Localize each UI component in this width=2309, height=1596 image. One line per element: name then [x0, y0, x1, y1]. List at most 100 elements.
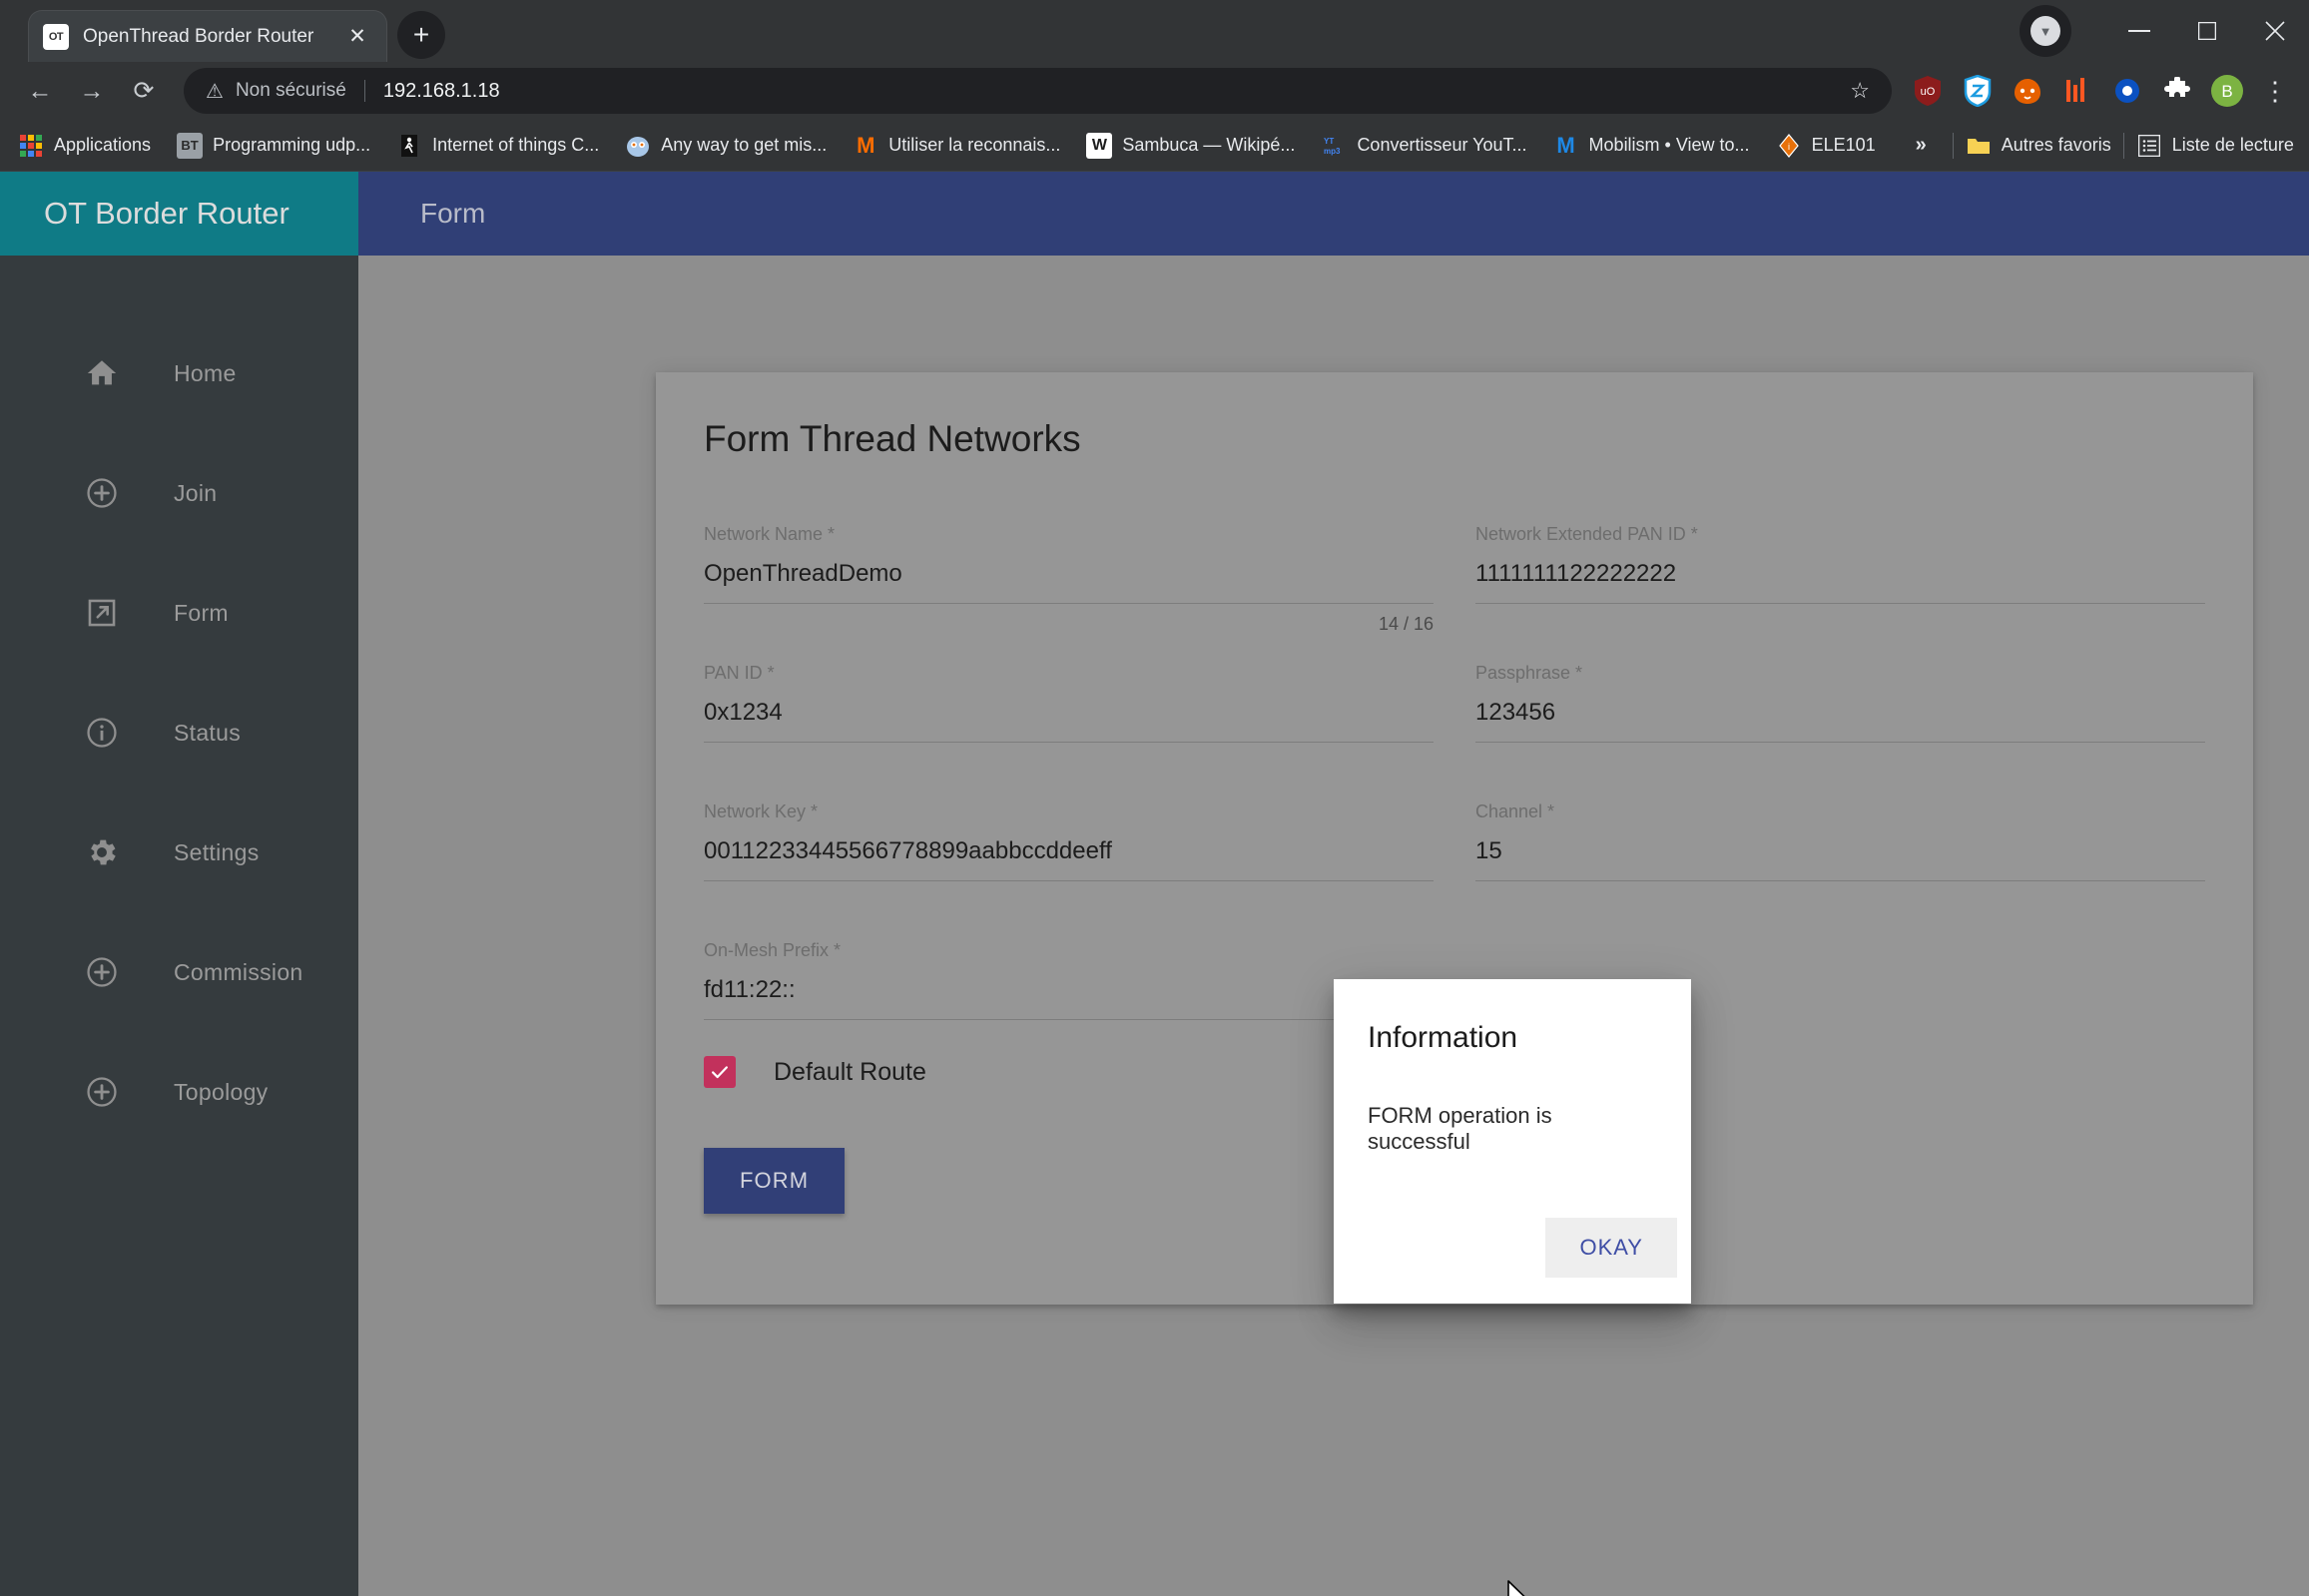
- puzzle-extensions-icon[interactable]: [2155, 69, 2199, 113]
- network-key-input[interactable]: 00112233445566778899aabbccddeeff: [704, 837, 1434, 881]
- plus-icon[interactable]: +: [397, 11, 445, 59]
- star-icon[interactable]: ☆: [1850, 78, 1870, 104]
- circle-ring-icon[interactable]: [2105, 69, 2149, 113]
- bookmarks-overflow-icon[interactable]: »: [1916, 134, 1927, 157]
- network-extended-pan-id-input[interactable]: 1111111122222222: [1475, 560, 2205, 604]
- card-title: Form Thread Networks: [704, 418, 1081, 459]
- profile-badge-icon[interactable]: B: [2205, 69, 2249, 113]
- divider: [363, 80, 365, 102]
- browser-toolbar: ← → ⟳ ⚠ Non sécurisé 192.168.1.18 ☆ uO B…: [0, 62, 2309, 120]
- back-arrow-icon[interactable]: ←: [14, 65, 66, 117]
- svg-text:YT: YT: [1324, 137, 1334, 146]
- sidebar-item-label: Form: [174, 599, 229, 626]
- sidebar-item-home[interactable]: Home: [0, 313, 358, 433]
- honey-bars-icon[interactable]: [2055, 69, 2099, 113]
- bookmark-any-way-to-get[interactable]: Any way to get mis...: [625, 133, 827, 159]
- reload-icon[interactable]: ⟳: [118, 65, 170, 117]
- address-bar[interactable]: ⚠ Non sécurisé 192.168.1.18 ☆: [184, 68, 1892, 114]
- minimize-icon[interactable]: [2105, 0, 2173, 62]
- plus-circle-icon: [82, 473, 122, 513]
- apps-grid-icon: [18, 133, 44, 159]
- channel-input[interactable]: 15: [1475, 837, 2205, 881]
- bookmark-label: Internet of things C...: [432, 135, 600, 155]
- extension-icons: uO B ⋮: [1906, 69, 2295, 113]
- bookmark-sambuca-wikipedia[interactable]: W Sambuca — Wikipé...: [1086, 132, 1296, 159]
- app-toolbar: Form: [358, 172, 2309, 256]
- pan-id-input[interactable]: 0x1234: [704, 699, 1434, 743]
- sidebar-nav: Home Join Form Status Settings Commissio…: [0, 256, 358, 1596]
- folder-icon: [1966, 133, 1992, 159]
- sidebar-item-join[interactable]: Join: [0, 433, 358, 553]
- reading-list-icon: [2136, 133, 2162, 159]
- sidebar-item-topology[interactable]: Topology: [0, 1032, 358, 1152]
- page-title: Form: [420, 198, 486, 229]
- other-bookmarks-folder[interactable]: Autres favoris: [1966, 133, 2111, 159]
- field-label: Network Name *: [704, 524, 836, 544]
- default-route-checkbox[interactable]: [704, 1056, 736, 1088]
- profile-avatar-icon[interactable]: ▼: [2020, 5, 2071, 57]
- maximize-icon[interactable]: [2173, 0, 2241, 62]
- tab-strip: OT OpenThread Border Router ✕ + ▼: [0, 0, 2309, 62]
- forward-arrow-icon[interactable]: →: [66, 65, 118, 117]
- owl-site-icon: [625, 133, 651, 159]
- okay-button[interactable]: OKAY: [1545, 1218, 1677, 1278]
- network-name-input[interactable]: OpenThreadDemo: [704, 560, 1434, 604]
- firefox-fox-icon[interactable]: [2006, 69, 2049, 113]
- bookmark-applications[interactable]: Applications: [18, 133, 151, 159]
- bookmark-mobilism[interactable]: M Mobilism • View to...: [1553, 132, 1749, 159]
- sidebar-item-form[interactable]: Form: [0, 553, 358, 673]
- default-route-label: Default Route: [774, 1057, 926, 1086]
- close-icon[interactable]: ✕: [342, 22, 372, 52]
- close-icon[interactable]: [2241, 0, 2309, 62]
- svg-text:mp3: mp3: [1324, 147, 1341, 156]
- sidebar-item-status[interactable]: Status: [0, 673, 358, 793]
- reading-list[interactable]: Liste de lecture: [2136, 133, 2294, 159]
- medium-m-icon: M: [857, 132, 875, 158]
- browser-tab[interactable]: OT OpenThread Border Router ✕: [28, 10, 387, 62]
- iot-site-icon: [396, 133, 422, 159]
- bookmark-utiliser-la-reconnaissance[interactable]: M Utiliser la reconnais...: [853, 133, 1060, 159]
- browser-window: OT OpenThread Border Router ✕ + ▼ ← → ⟳ …: [0, 0, 2309, 1596]
- bookmark-label: Programming udp...: [213, 135, 371, 155]
- bookmark-convertisseur-youtube[interactable]: YT mp3 Convertisseur YouT...: [1321, 133, 1526, 159]
- bookmark-label: Any way to get mis...: [661, 135, 828, 155]
- sidebar-item-label: Settings: [174, 838, 260, 865]
- plus-circle-icon: [82, 952, 122, 992]
- dialog-actions: OKAY: [1334, 1218, 1691, 1304]
- bookmarks-bar-right: » Autres favoris Liste de lecture: [1902, 132, 2294, 159]
- bookmark-label: Utiliser la reconnais...: [888, 135, 1061, 155]
- field-label: On-Mesh Prefix *: [704, 940, 842, 960]
- chrome-menu-icon[interactable]: ⋮: [2255, 76, 2295, 107]
- info-circle-icon: [82, 713, 122, 753]
- sidebar-item-commission[interactable]: Commission: [0, 912, 358, 1032]
- bookmark-internet-of-things[interactable]: Internet of things C...: [396, 133, 599, 159]
- form-submit-button[interactable]: FORM: [704, 1148, 846, 1214]
- field-network-key: Network Key * 00112233445566778899aabbcc…: [704, 774, 1434, 912]
- mobilism-m-icon: M: [1556, 132, 1575, 158]
- svg-text:B: B: [2221, 82, 2232, 101]
- plus-circle-icon: [82, 1072, 122, 1112]
- bookmark-ele101[interactable]: i ELE101: [1776, 133, 1876, 159]
- sidebar-item-label: Topology: [174, 1078, 269, 1105]
- information-dialog: Information FORM operation is successful…: [1334, 979, 1691, 1304]
- app-brand-title: OT Border Router: [0, 172, 358, 256]
- svg-text:uO: uO: [1921, 86, 1936, 98]
- bookmark-programming-udp[interactable]: BT Programming udp...: [177, 132, 371, 159]
- gear-icon: [82, 832, 122, 872]
- sidebar-item-label: Home: [174, 359, 237, 386]
- network-name-counter: 14 / 16: [1378, 614, 1434, 634]
- sidebar-item-label: Status: [174, 719, 242, 746]
- field-on-mesh-prefix: On-Mesh Prefix * fd11:22::: [704, 912, 1434, 1020]
- sidebar-item-settings[interactable]: Settings: [0, 793, 358, 912]
- passphrase-input[interactable]: 123456: [1475, 699, 2205, 743]
- bookmark-label: Sambuca — Wikipé...: [1122, 135, 1296, 155]
- not-secure-warning-icon: ⚠: [206, 80, 224, 103]
- ublock-origin-icon[interactable]: uO: [1906, 69, 1950, 113]
- zenmate-shield-icon[interactable]: [1956, 69, 2000, 113]
- ele101-diamond-icon: i: [1776, 133, 1802, 159]
- bookmark-label: ELE101: [1811, 135, 1876, 155]
- content-area: Form Form Thread Networks Network Name *…: [358, 172, 2309, 1596]
- on-mesh-prefix-input[interactable]: fd11:22::: [704, 976, 1434, 1020]
